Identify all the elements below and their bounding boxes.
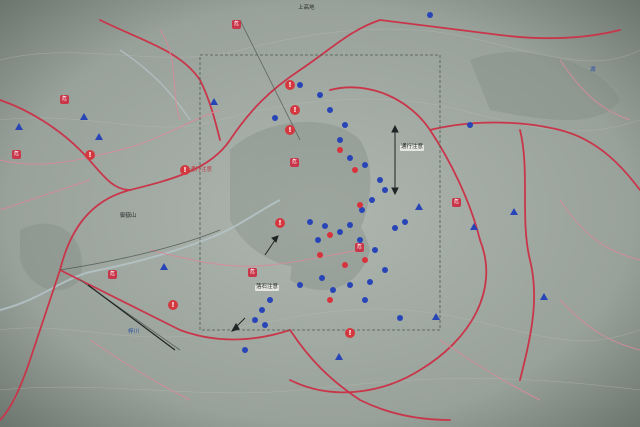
warning-marker[interactable]: ! xyxy=(290,105,300,115)
hazard-badge[interactable]: 危 xyxy=(355,243,364,252)
warning-marker[interactable]: ! xyxy=(285,125,295,135)
notice-label: 通行注意 xyxy=(400,144,425,151)
hazard-badge[interactable]: 危 xyxy=(290,158,299,167)
route-note-label: 通行注意 xyxy=(190,167,213,173)
map-frame: ! ! ! ! ! ! ! ! 危 危 危 危 危 危 危 危 上高地 御嶽山 … xyxy=(0,0,640,427)
warning-marker[interactable]: ! xyxy=(85,150,95,160)
warning-marker[interactable]: ! xyxy=(285,80,295,90)
hazard-badge[interactable]: 危 xyxy=(12,150,21,159)
place-label: 御嶽山 xyxy=(120,213,137,219)
lake-label: 湖 xyxy=(590,67,596,73)
notice-label: 落石注意 xyxy=(255,284,280,291)
warning-marker[interactable]: ! xyxy=(275,218,285,228)
warning-marker[interactable]: ! xyxy=(168,300,178,310)
warning-marker[interactable]: ! xyxy=(180,165,190,175)
hazard-badge[interactable]: 危 xyxy=(248,268,257,277)
hazard-badge[interactable]: 危 xyxy=(60,95,69,104)
hazard-badge[interactable]: 危 xyxy=(232,20,241,29)
warning-marker[interactable]: ! xyxy=(345,328,355,338)
topographic-map[interactable] xyxy=(0,0,640,427)
hazard-badge[interactable]: 危 xyxy=(452,198,461,207)
place-label: 上高地 xyxy=(298,5,315,11)
hazard-badge[interactable]: 危 xyxy=(108,270,117,279)
river-label: 梓川 xyxy=(128,329,140,335)
